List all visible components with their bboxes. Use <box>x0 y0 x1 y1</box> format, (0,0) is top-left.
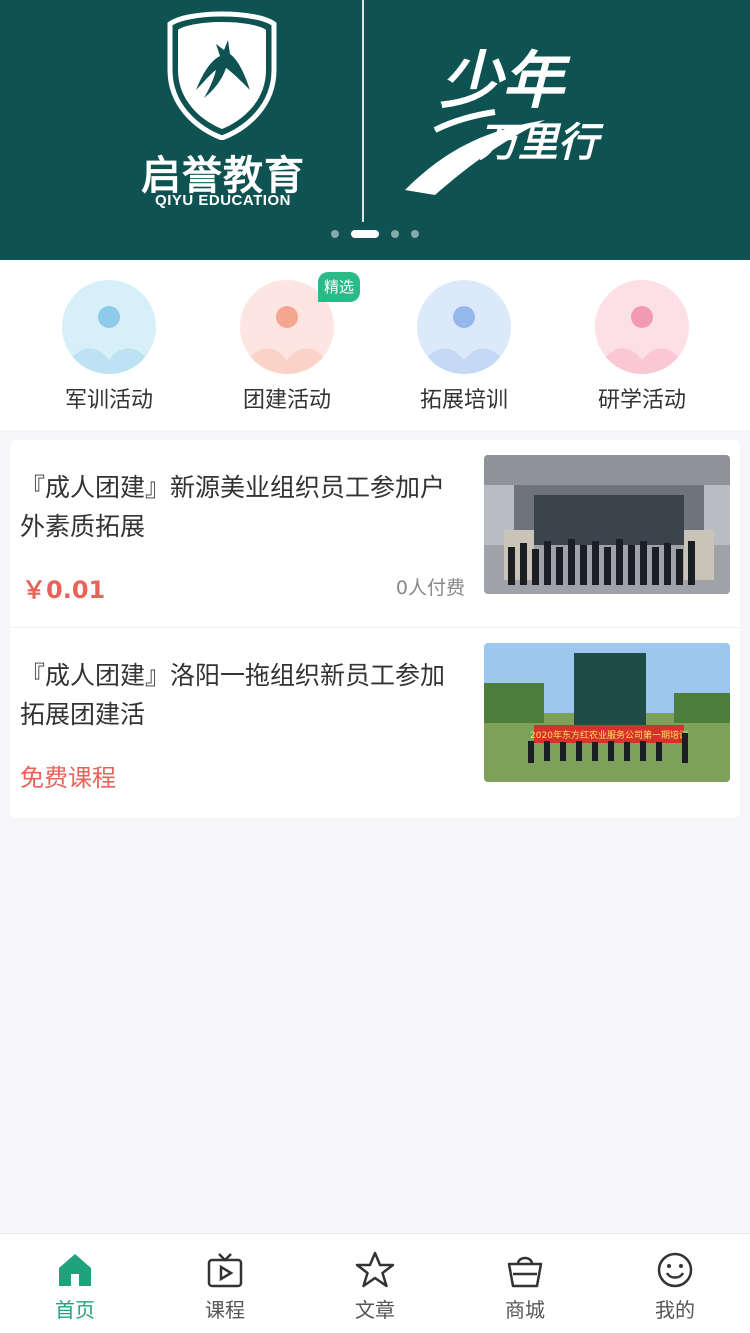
paid-count: 0人付费 <box>395 577 465 599</box>
slogan-line2: 万里行 <box>478 119 598 166</box>
tab-label: 课程 <box>205 1298 245 1322</box>
course-title: 『成人团建』新源美业组织员工参加户外素质拓展 <box>20 473 446 541</box>
course-title: 『成人团建』洛阳一拖组织新员工参加拓展团建活 <box>20 661 446 729</box>
tab-profile[interactable]: 我的 <box>600 1250 750 1323</box>
smiley-face-icon <box>657 1252 693 1288</box>
expansion-training-icon <box>417 280 511 374</box>
brand-name-en: QIYU EDUCATION <box>155 192 291 209</box>
tab-label: 文章 <box>355 1298 395 1322</box>
category-label: 军训活动 <box>64 388 153 413</box>
promo-banner[interactable]: 启誉教育 QIYU EDUCATION 少年 万里行 <box>0 0 750 260</box>
banner-divider <box>362 0 364 222</box>
tab-label: 我的 <box>655 1298 695 1322</box>
star-icon <box>355 1251 395 1288</box>
course-card[interactable]: 『成人团建』新源美业组织员工参加户外素质拓展 ￥0.01 0人付费 <box>10 440 740 628</box>
carousel-dot[interactable] <box>411 230 419 238</box>
tab-shop[interactable]: 商城 <box>450 1250 600 1323</box>
course-thumbnail: 2020年东方红农业服务公司第一期培训 <box>484 643 730 782</box>
category-label: 拓展培训 <box>419 388 508 413</box>
course-list: 『成人团建』新源美业组织员工参加户外素质拓展 ￥0.01 0人付费 『成人团建』… <box>10 440 740 818</box>
course-card[interactable]: 『成人团建』洛阳一拖组织新员工参加拓展团建活 免费课程 2020年东方红农业服务… <box>10 628 740 818</box>
carousel-dot[interactable] <box>391 230 399 238</box>
qiyu-logo-shield <box>167 11 277 140</box>
course-thumbnail <box>484 455 730 594</box>
carousel-indicator <box>0 230 750 238</box>
tab-articles[interactable]: 文章 <box>300 1250 450 1323</box>
course-price: ￥0.01 <box>22 576 106 604</box>
bottom-tab-bar: 首页 课程 文章 商城 我的 <box>0 1233 750 1333</box>
category-study-tour[interactable]: 研学活动 <box>567 280 717 414</box>
course-free-label: 免费课程 <box>20 764 116 792</box>
carousel-dot-active[interactable] <box>351 230 379 238</box>
carousel-dot[interactable] <box>331 230 339 238</box>
study-tour-icon <box>595 280 689 374</box>
featured-badge: 精选 <box>318 272 360 302</box>
category-grid: 军训活动 团建活动 拓展培训 研学活动 <box>0 260 750 430</box>
tab-home[interactable]: 首页 <box>0 1250 150 1323</box>
slogan-line1: 少年 <box>440 44 565 117</box>
military-training-icon <box>62 280 156 374</box>
tab-label: 首页 <box>55 1298 95 1322</box>
category-label: 团建活动 <box>242 388 331 413</box>
category-expansion-training[interactable]: 拓展培训 <box>389 280 539 414</box>
category-label: 研学活动 <box>597 388 686 413</box>
tab-courses[interactable]: 课程 <box>150 1250 300 1323</box>
home-icon <box>59 1254 91 1286</box>
group-photo-banner-text: 2020年东方红农业服务公司第一期培训 <box>530 729 688 741</box>
tv-play-icon <box>207 1253 243 1288</box>
category-military-training[interactable]: 军训活动 <box>34 280 184 414</box>
tab-label: 商城 <box>505 1298 545 1322</box>
shopping-basket-icon <box>507 1256 543 1288</box>
